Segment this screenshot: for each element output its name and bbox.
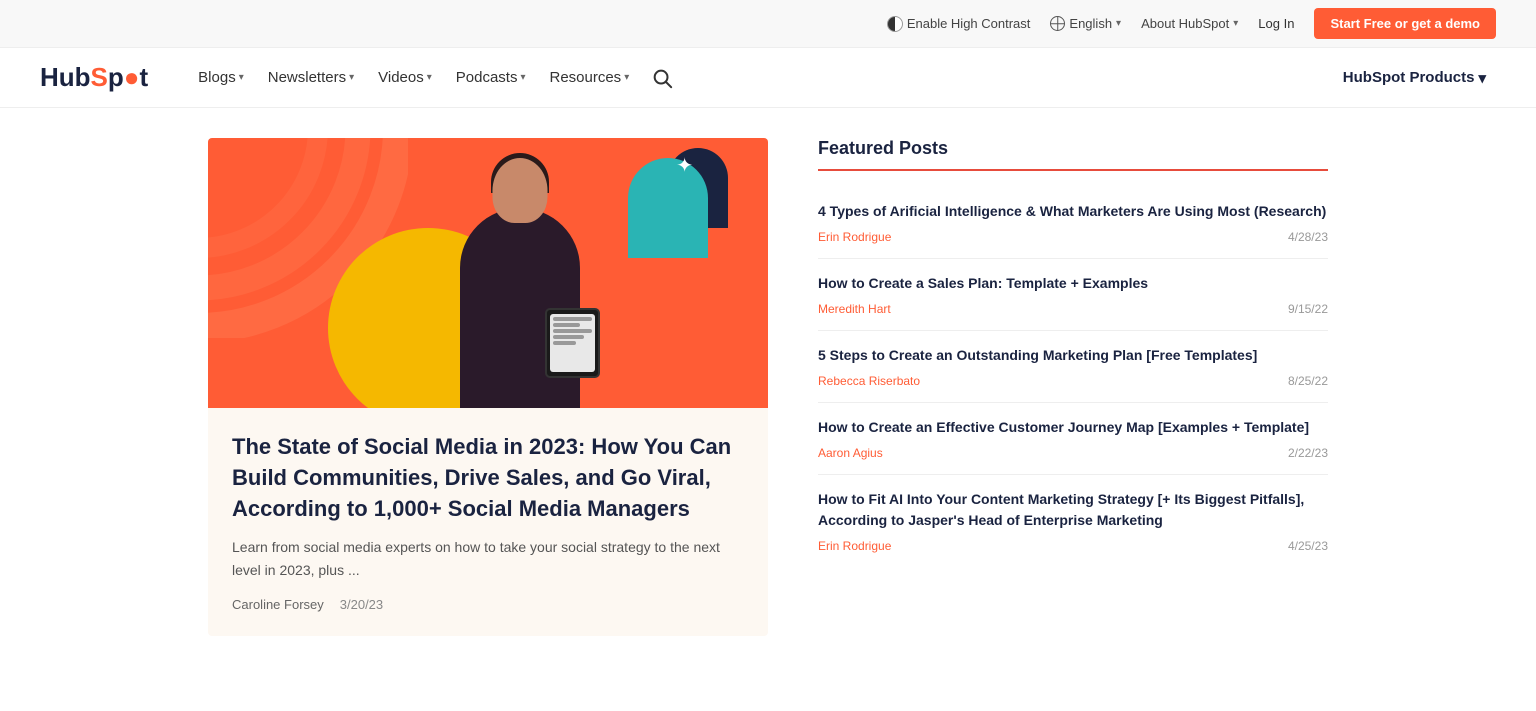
decorative-shape-teal <box>628 158 708 258</box>
article-body: The State of Social Media in 2023: How Y… <box>208 408 768 636</box>
post-date: 2/22/23 <box>1288 446 1328 460</box>
chevron-down-icon: ▾ <box>239 72 244 83</box>
tablet-line <box>553 323 580 327</box>
tablet-line <box>553 335 584 339</box>
article-image: ✦ <box>208 138 768 408</box>
post-meta: Erin Rodrigue 4/25/23 <box>818 539 1328 553</box>
nav-links: Blogs ▾ Newsletters ▾ Videos ▾ Podcasts … <box>188 63 1333 92</box>
featured-article: ✦ <box>208 138 768 636</box>
post-date: 9/15/22 <box>1288 302 1328 316</box>
post-author: Aaron Agius <box>818 446 883 460</box>
post-meta: Rebecca Riserbato 8/25/22 <box>818 374 1328 388</box>
post-meta: Erin Rodrigue 4/28/23 <box>818 230 1328 244</box>
post-title[interactable]: How to Fit AI Into Your Content Marketin… <box>818 489 1328 531</box>
article-person-image <box>440 188 600 408</box>
contrast-label: Enable High Contrast <box>907 16 1031 31</box>
post-meta: Meredith Hart 9/15/22 <box>818 302 1328 316</box>
post-title[interactable]: 5 Steps to Create an Outstanding Marketi… <box>818 345 1328 366</box>
tablet-screen <box>550 314 595 372</box>
list-item: 4 Types of Arificial Intelligence & What… <box>818 187 1328 259</box>
chevron-down-icon: ▾ <box>520 72 525 83</box>
content-area: ✦ <box>168 138 1368 636</box>
chevron-down-icon: ▾ <box>1478 69 1486 87</box>
nav-blogs[interactable]: Blogs ▾ <box>188 63 254 92</box>
chevron-down-icon: ▾ <box>427 72 432 83</box>
featured-posts-divider <box>818 169 1328 171</box>
article-author: Caroline Forsey <box>232 597 324 612</box>
list-item: How to Create a Sales Plan: Template + E… <box>818 259 1328 331</box>
post-title[interactable]: How to Create a Sales Plan: Template + E… <box>818 273 1328 294</box>
about-hubspot-menu[interactable]: About HubSpot ▾ <box>1141 16 1238 31</box>
chevron-down-icon: ▾ <box>1116 18 1121 29</box>
post-meta: Aaron Agius 2/22/23 <box>818 446 1328 460</box>
post-author: Rebecca Riserbato <box>818 374 920 388</box>
globe-icon <box>1050 16 1065 31</box>
hubspot-products-menu[interactable]: HubSpot Products ▾ <box>1333 63 1496 93</box>
logo-suffix: p●t <box>108 62 148 93</box>
nav-podcasts[interactable]: Podcasts ▾ <box>446 63 536 92</box>
nav-resources[interactable]: Resources ▾ <box>539 63 639 92</box>
tablet-content <box>550 314 595 350</box>
chevron-down-icon: ▾ <box>624 72 629 83</box>
language-selector[interactable]: English ▾ <box>1050 16 1121 31</box>
logo-dot: S <box>91 62 108 93</box>
contrast-icon <box>887 16 903 32</box>
list-item: How to Fit AI Into Your Content Marketin… <box>818 475 1328 567</box>
top-bar: Enable High Contrast English ▾ About Hub… <box>0 0 1536 48</box>
tablet-prop <box>545 308 600 378</box>
article-excerpt: Learn from social media experts on how t… <box>232 536 744 581</box>
post-title[interactable]: 4 Types of Arificial Intelligence & What… <box>818 201 1328 222</box>
post-title[interactable]: How to Create an Effective Customer Jour… <box>818 417 1328 438</box>
about-label: About HubSpot <box>1141 16 1229 31</box>
article-meta: Caroline Forsey 3/20/23 <box>232 597 744 612</box>
nav-newsletters[interactable]: Newsletters ▾ <box>258 63 364 92</box>
nav-videos[interactable]: Videos ▾ <box>368 63 442 92</box>
main-nav: HubSp●t Blogs ▾ Newsletters ▾ Videos ▾ P… <box>0 48 1536 108</box>
post-date: 8/25/22 <box>1288 374 1328 388</box>
post-author: Erin Rodrigue <box>818 539 891 553</box>
start-free-button[interactable]: Start Free or get a demo <box>1314 8 1496 39</box>
login-link[interactable]: Log In <box>1258 16 1294 31</box>
post-author: Meredith Hart <box>818 302 891 316</box>
list-item: How to Create an Effective Customer Jour… <box>818 403 1328 475</box>
chevron-down-icon: ▾ <box>1233 18 1238 29</box>
list-item: 5 Steps to Create an Outstanding Marketi… <box>818 331 1328 403</box>
decorative-star: ✦ <box>676 153 693 178</box>
search-icon[interactable] <box>651 67 673 89</box>
high-contrast-toggle[interactable]: Enable High Contrast <box>887 16 1031 32</box>
language-label: English <box>1069 16 1112 31</box>
tablet-line <box>553 341 576 345</box>
featured-posts-title: Featured Posts <box>818 138 1328 159</box>
person-head <box>493 158 548 223</box>
post-date: 4/28/23 <box>1288 230 1328 244</box>
hubspot-logo[interactable]: HubSp●t <box>40 62 148 93</box>
post-author: Erin Rodrigue <box>818 230 891 244</box>
article-title[interactable]: The State of Social Media in 2023: How Y… <box>232 432 744 524</box>
tablet-line <box>553 329 592 333</box>
featured-posts-sidebar: Featured Posts 4 Types of Arificial Inte… <box>818 138 1328 636</box>
person-body <box>460 208 580 408</box>
tablet-line <box>553 317 592 321</box>
post-date: 4/25/23 <box>1288 539 1328 553</box>
article-date: 3/20/23 <box>340 597 383 612</box>
chevron-down-icon: ▾ <box>349 72 354 83</box>
